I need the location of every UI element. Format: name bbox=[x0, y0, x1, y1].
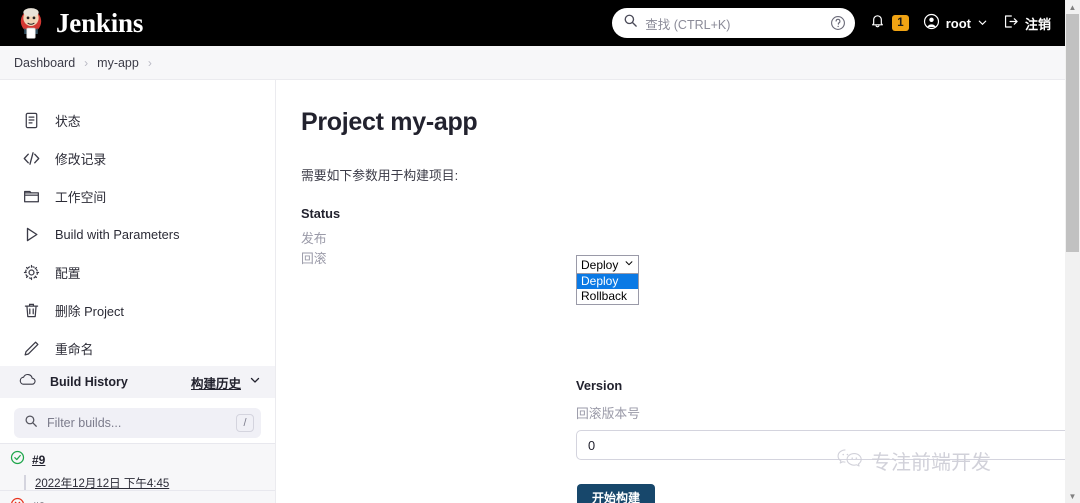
user-name-label: root bbox=[945, 15, 971, 31]
cloud-icon bbox=[18, 372, 38, 392]
build-history-header[interactable]: Build History 构建历史 bbox=[0, 366, 275, 398]
status-select[interactable]: Deploy bbox=[576, 255, 639, 274]
version-input[interactable]: 0 bbox=[576, 430, 1080, 460]
main-content: Project my-app 需要如下参数用于构建项目: Status 发布 回… bbox=[276, 80, 1080, 503]
trash-icon bbox=[22, 301, 41, 320]
scroll-down-arrow-icon[interactable]: ▼ bbox=[1065, 489, 1080, 503]
build-timestamp-link[interactable]: 2022年12月12日 下午4:45 bbox=[24, 475, 275, 491]
chevron-down-icon bbox=[977, 16, 988, 31]
x-circle-icon bbox=[10, 497, 25, 503]
build-history-row-8[interactable]: #8 bbox=[0, 490, 275, 503]
slash-shortcut-badge: / bbox=[236, 414, 254, 432]
status-select-dropdown-list[interactable]: Deploy Rollback bbox=[576, 274, 639, 305]
sidebar: 状态 修改记录 工作空间 Build with Parameters 配置 删除… bbox=[0, 80, 276, 503]
status-option-deploy[interactable]: Deploy bbox=[577, 274, 638, 289]
param-label-version: Version bbox=[576, 378, 623, 393]
chevron-down-icon bbox=[624, 258, 634, 271]
version-input-value: 0 bbox=[588, 437, 596, 453]
sidebar-item-label: 配置 bbox=[55, 265, 81, 281]
breadcrumb-separator: › bbox=[84, 55, 89, 70]
play-icon bbox=[22, 225, 41, 244]
page-scrollbar[interactable]: ▲ ▼ bbox=[1065, 0, 1080, 503]
user-circle-icon bbox=[923, 13, 940, 33]
top-bar-right-group: 查找 (CTRL+K) 1 root 注销 bbox=[612, 0, 1065, 46]
sidebar-item-build-with-parameters[interactable]: Build with Parameters bbox=[0, 216, 275, 252]
breadcrumb-item-my-app[interactable]: my-app bbox=[97, 56, 139, 70]
build-history-link[interactable]: 构建历史 bbox=[191, 373, 241, 392]
status-select-value: Deploy bbox=[581, 257, 619, 272]
sidebar-item-label: 工作空间 bbox=[55, 189, 107, 205]
check-circle-icon bbox=[10, 450, 25, 470]
notification-count-badge: 1 bbox=[892, 15, 909, 31]
jenkins-butler-logo-icon bbox=[14, 6, 48, 40]
search-icon bbox=[623, 13, 638, 33]
gear-icon bbox=[22, 263, 41, 282]
build-history-title: Build History bbox=[50, 375, 128, 389]
chevron-down-icon[interactable] bbox=[249, 373, 261, 391]
build-filter-container: Filter builds... / bbox=[0, 402, 275, 446]
sidebar-item-label: Build with Parameters bbox=[55, 226, 180, 242]
build-row-header: #9 bbox=[10, 450, 275, 470]
search-placeholder: 查找 (CTRL+K) bbox=[645, 17, 731, 32]
sidebar-item-workspace[interactable]: 工作空间 bbox=[0, 178, 275, 214]
top-navigation-bar: Jenkins 查找 (CTRL+K) 1 root 注销 bbox=[0, 0, 1065, 46]
build-row-header: #8 bbox=[10, 497, 275, 503]
user-menu-button[interactable]: root bbox=[923, 13, 988, 33]
search-input[interactable]: 查找 (CTRL+K) bbox=[612, 8, 856, 38]
build-number-link[interactable]: #9 bbox=[32, 453, 45, 467]
page-title: Project my-app bbox=[301, 108, 478, 136]
breadcrumb-separator-trailing[interactable]: › bbox=[148, 56, 152, 70]
document-icon bbox=[22, 111, 41, 130]
breadcrumb-item-dashboard[interactable]: Dashboard bbox=[14, 56, 75, 70]
parameters-intro-text: 需要如下参数用于构建项目: bbox=[301, 168, 459, 183]
param-label-status: Status bbox=[301, 206, 341, 221]
param-description-version: 回滚版本号 bbox=[576, 406, 640, 421]
notifications-button[interactable]: 1 bbox=[869, 12, 909, 34]
sidebar-item-status[interactable]: 状态 bbox=[0, 102, 275, 138]
param-description-rollback: 回滚 bbox=[301, 251, 327, 266]
sidebar-item-rename[interactable]: 重命名 bbox=[0, 330, 275, 366]
brand-title: Jenkins bbox=[56, 7, 144, 38]
sidebar-item-configure[interactable]: 配置 bbox=[0, 254, 275, 290]
scroll-up-arrow-icon[interactable]: ▲ bbox=[1065, 0, 1080, 14]
start-build-button[interactable]: 开始构建 bbox=[577, 484, 656, 503]
param-description-deploy: 发布 bbox=[301, 231, 327, 246]
logout-icon bbox=[1002, 13, 1019, 33]
pencil-icon bbox=[22, 339, 41, 358]
build-history-row-9[interactable]: #9 2022年12月12日 下午4:45 bbox=[0, 443, 275, 491]
jenkins-brand-link[interactable]: Jenkins bbox=[0, 6, 143, 40]
build-filter-placeholder: Filter builds... bbox=[47, 416, 122, 430]
sidebar-item-label: 重命名 bbox=[55, 341, 94, 357]
search-icon bbox=[24, 414, 38, 433]
status-option-rollback[interactable]: Rollback bbox=[577, 289, 638, 304]
watermark: 专注前端开发 bbox=[836, 446, 991, 475]
wechat-icon bbox=[836, 447, 864, 475]
folder-icon bbox=[22, 187, 41, 206]
build-filter-input[interactable]: Filter builds... / bbox=[14, 408, 261, 438]
breadcrumb: Dashboard › my-app › bbox=[0, 46, 1065, 80]
sidebar-item-label: 修改记录 bbox=[55, 151, 107, 167]
sidebar-item-delete-project[interactable]: 删除 Project bbox=[0, 292, 275, 328]
sidebar-item-changes[interactable]: 修改记录 bbox=[0, 140, 275, 176]
page-root: Jenkins 查找 (CTRL+K) 1 root 注销 Dashboard … bbox=[0, 0, 1080, 503]
watermark-text: 专注前端开发 bbox=[871, 452, 991, 474]
status-select-container: Deploy Deploy Rollback bbox=[576, 255, 639, 305]
scrollbar-thumb[interactable] bbox=[1066, 14, 1079, 252]
bell-icon bbox=[869, 12, 886, 34]
logout-label: 注销 bbox=[1024, 16, 1051, 32]
sidebar-item-label: 删除 Project bbox=[55, 303, 124, 319]
logout-button[interactable]: 注销 bbox=[1002, 13, 1051, 33]
code-icon bbox=[22, 149, 41, 168]
help-circle-icon[interactable] bbox=[830, 15, 846, 31]
sidebar-item-label: 状态 bbox=[55, 113, 81, 129]
